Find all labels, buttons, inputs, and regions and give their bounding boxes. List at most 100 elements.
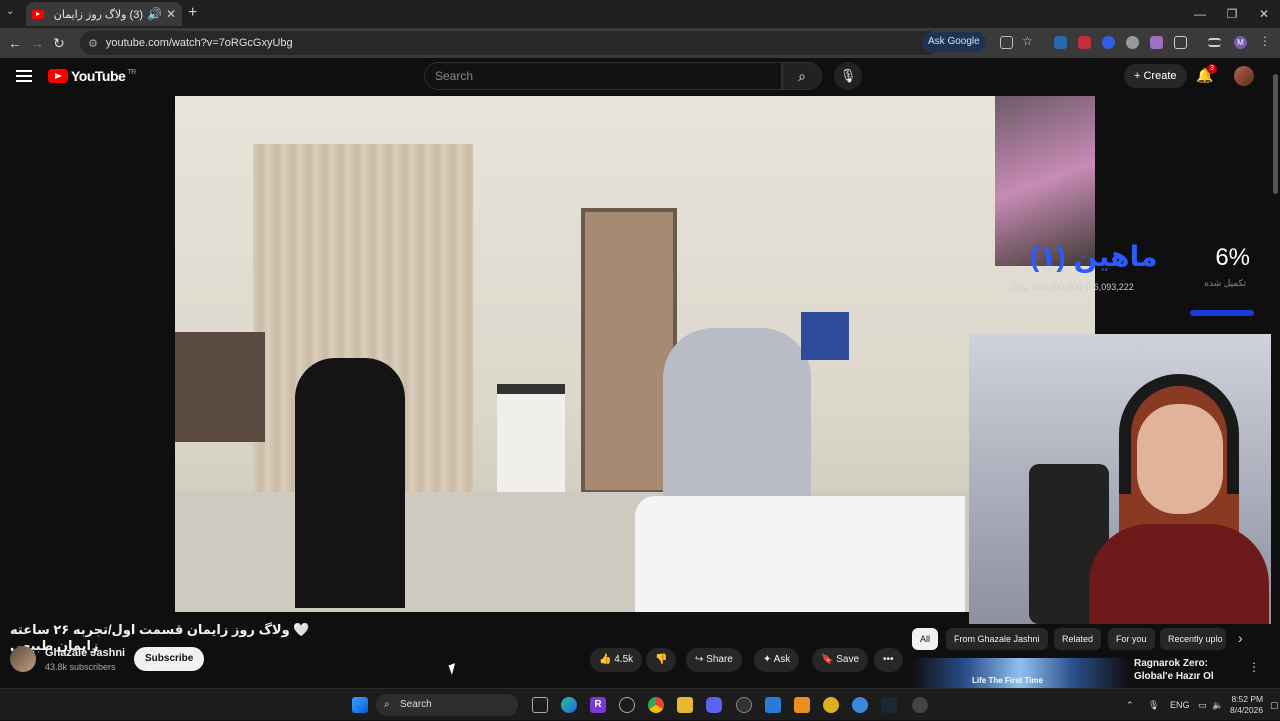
minimize-icon[interactable]: —: [1184, 0, 1216, 28]
notification-badge: 3: [1207, 64, 1217, 74]
browser-menu-icon[interactable]: ⋮: [1259, 34, 1272, 48]
recommendation-thumbnail[interactable]: Life The First Time: [912, 658, 1128, 690]
share-button[interactable]: ↪ Share: [686, 648, 742, 672]
taskbar-clock[interactable]: 8:52 PM 8/4/2026: [1230, 694, 1263, 716]
settings-gear-icon[interactable]: [619, 697, 635, 713]
browser-tab[interactable]: (3) ولاگ روز زایمان قسمت اول 🔊 ✕: [26, 2, 182, 26]
chip-all[interactable]: All: [912, 628, 939, 650]
webcam-headphones: [1119, 374, 1239, 494]
taskbar-search[interactable]: ⌕ Search: [376, 694, 518, 716]
close-window-icon[interactable]: ✕: [1248, 0, 1280, 28]
extensions-puzzle-icon[interactable]: [1174, 36, 1187, 49]
thumbnail-text: Life The First Time: [972, 676, 1043, 685]
thumbs-up-icon: 👍: [599, 654, 615, 665]
file-explorer-icon[interactable]: [677, 697, 693, 713]
search-icon: ⌕: [798, 68, 806, 84]
bookmark-icon: 🔖: [821, 654, 837, 665]
page-scrollbar[interactable]: [1271, 58, 1280, 688]
hamburger-menu-icon[interactable]: [16, 70, 32, 82]
goal-name: ماهین (۱): [1030, 241, 1158, 272]
address-bar[interactable]: ⚙ youtube.com/watch?v=7oRGcGxyUbg: [80, 31, 940, 55]
restore-icon[interactable]: ❐: [1216, 0, 1248, 28]
media-player-icon[interactable]: [912, 697, 928, 713]
reading-list-icon[interactable]: [1208, 38, 1221, 47]
search-button[interactable]: ⌕: [782, 62, 822, 90]
save-button[interactable]: 🔖 Save: [812, 648, 869, 672]
window-controls: — ❐ ✕: [1184, 0, 1280, 28]
microphone-icon: 🎙: [839, 68, 857, 83]
chips-next-chevron-icon[interactable]: ›: [1238, 630, 1243, 646]
region-code: TR: [127, 68, 136, 76]
extension-red-icon[interactable]: [1078, 36, 1091, 49]
mouse-cursor-icon: [448, 663, 459, 675]
clock-date: 8/4/2026: [1230, 705, 1264, 715]
app-gold-icon[interactable]: [823, 697, 839, 713]
task-view-icon[interactable]: [532, 697, 548, 713]
chrome-icon[interactable]: [648, 697, 664, 713]
extension-translate-icon[interactable]: [1054, 36, 1067, 49]
app-globe-icon[interactable]: [852, 697, 868, 713]
search-input[interactable]: Search: [424, 62, 782, 90]
youtube-header: YouTube TR Search ⌕ 🎙 + Create 🔔 3: [0, 58, 1280, 96]
account-avatar[interactable]: [1234, 66, 1254, 86]
speaker-icon[interactable]: 🔊: [147, 7, 162, 21]
tray-network-icon[interactable]: ▭: [1198, 689, 1207, 721]
youtube-logo[interactable]: YouTube TR: [48, 68, 136, 84]
chip-from-channel[interactable]: From Ghazale Jashni: [946, 628, 1048, 650]
reload-icon[interactable]: ↻: [48, 35, 70, 52]
app-blue-icon[interactable]: [765, 697, 781, 713]
notification-center-icon[interactable]: ▢: [1270, 689, 1279, 721]
forward-icon[interactable]: →: [26, 35, 48, 51]
obs-icon[interactable]: [736, 697, 752, 713]
close-tab-icon[interactable]: ✕: [166, 7, 176, 21]
discord-icon[interactable]: [706, 697, 722, 713]
browser-tab-bar: ⌄ (3) ولاگ روز زایمان قسمت اول 🔊 ✕ + — ❐…: [0, 0, 1280, 28]
language-indicator[interactable]: ENG: [1170, 689, 1190, 721]
voice-search-button[interactable]: 🎙: [834, 62, 862, 90]
video-scene-bed: [635, 496, 965, 612]
video-player[interactable]: [175, 96, 1095, 612]
recommendation-menu-icon[interactable]: ⋮: [1248, 660, 1260, 674]
cast-icon[interactable]: [1000, 36, 1013, 49]
edge-icon[interactable]: [561, 697, 577, 713]
more-actions-button[interactable]: •••: [874, 648, 903, 672]
ask-button[interactable]: ✦ Ask: [754, 648, 800, 672]
chip-recently-uploaded[interactable]: Recently uplo: [1160, 628, 1226, 650]
subscribe-button[interactable]: Subscribe: [134, 647, 205, 671]
profile-icon[interactable]: M: [1234, 36, 1247, 49]
tray-volume-icon[interactable]: 🔈: [1212, 689, 1223, 721]
channel-avatar[interactable]: [10, 646, 36, 672]
url-text: youtube.com/watch?v=7oRGcGxyUbg: [105, 37, 293, 49]
recommendation-title[interactable]: Ragnarok Zero: Global'e Hazır Ol: [1134, 657, 1246, 683]
tray-mic-icon[interactable]: 🎙: [1148, 689, 1159, 721]
extension-grey-icon[interactable]: [1126, 36, 1139, 49]
taskbar-search-icon: ⌕: [384, 699, 390, 710]
steam-icon[interactable]: [881, 697, 897, 713]
channel-name[interactable]: Ghazale Jashni: [45, 647, 125, 659]
like-button[interactable]: 👍 4.5k: [590, 648, 643, 672]
browser-toolbar: ← → ↻ ⚙ youtube.com/watch?v=7oRGcGxyUbg …: [0, 28, 1280, 58]
streamer-webcam: [969, 334, 1280, 624]
bookmark-star-icon[interactable]: ☆: [1022, 34, 1035, 48]
chip-for-you[interactable]: For you: [1108, 628, 1155, 650]
windows-start-icon[interactable]: [352, 697, 368, 713]
goal-progress-bar: [1190, 310, 1254, 316]
create-button[interactable]: + Create: [1124, 64, 1187, 88]
clock-time: 8:52 PM: [1231, 694, 1264, 704]
scrollbar-thumb[interactable]: [1273, 74, 1278, 194]
new-tab-icon[interactable]: +: [188, 4, 197, 22]
tab-list-chevron-icon[interactable]: ⌄: [6, 6, 14, 17]
r-app-icon[interactable]: R: [590, 697, 606, 713]
ask-label: Ask: [773, 654, 791, 665]
extension-blue-icon[interactable]: [1102, 36, 1115, 49]
subscriber-count: 43.8k subscribers: [45, 662, 116, 672]
chip-related[interactable]: Related: [1054, 628, 1102, 650]
dislike-button[interactable]: 👎: [646, 648, 677, 672]
save-label: Save: [836, 654, 860, 665]
tray-chevron-icon[interactable]: ⌃: [1126, 689, 1134, 721]
back-icon[interactable]: ←: [4, 35, 26, 51]
site-info-icon[interactable]: ⚙: [88, 37, 98, 50]
app-orange-icon[interactable]: [794, 697, 810, 713]
extension-purple-icon[interactable]: [1150, 36, 1163, 49]
ask-google-button[interactable]: Ask Google: [922, 32, 986, 52]
